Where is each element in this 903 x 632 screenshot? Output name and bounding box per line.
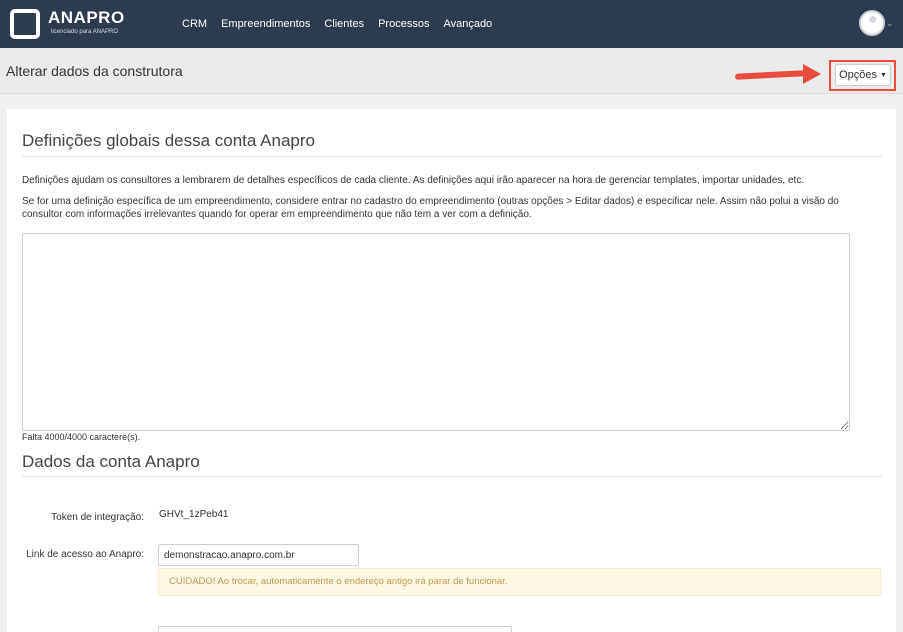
- annotation-arrowhead-icon: [803, 64, 821, 84]
- token-value: GHVt_1zPeb41: [159, 509, 229, 520]
- definitions-heading: Definições globais dessa conta Anapro: [22, 131, 315, 150]
- top-navbar: ANAPRO licenciado para ANAPRO CRM Empree…: [0, 0, 903, 48]
- caret-down-icon: ▼: [879, 71, 887, 79]
- link-label: Link de acesso ao Anapro:: [26, 549, 144, 560]
- logo-text: ANAPRO: [48, 8, 125, 27]
- nav-empreendimentos[interactable]: Empreendimentos: [221, 18, 310, 30]
- additional-input[interactable]: [158, 626, 512, 632]
- avatar[interactable]: [859, 10, 885, 36]
- nav-processos[interactable]: Processos: [378, 18, 429, 30]
- content-panel: Definições globais dessa conta Anapro De…: [7, 109, 896, 632]
- logo-square-icon: [10, 9, 40, 39]
- token-label: Token de integração:: [51, 512, 144, 523]
- options-button[interactable]: Opções ▼: [835, 64, 891, 86]
- divider: [22, 476, 882, 477]
- main-nav: CRM Empreendimentos Clientes Processos A…: [182, 0, 506, 48]
- options-label: Opções: [839, 69, 877, 81]
- user-menu[interactable]: ⌄: [859, 10, 894, 38]
- account-heading: Dados da conta Anapro: [22, 452, 200, 471]
- nav-clientes[interactable]: Clientes: [324, 18, 364, 30]
- divider: [22, 156, 882, 157]
- page-header: Alterar dados da construtora: [0, 48, 903, 94]
- anapro-logo[interactable]: ANAPRO licenciado para ANAPRO: [10, 6, 150, 42]
- character-counter: Falta 4000/4000 caractere(s).: [22, 432, 141, 442]
- logo-tagline: licenciado para ANAPRO: [51, 29, 119, 35]
- definitions-note: Se for uma definição específica de um em…: [22, 196, 839, 220]
- chevron-down-icon: ⌄: [886, 18, 894, 28]
- nav-avancado[interactable]: Avançado: [443, 18, 492, 30]
- definitions-textarea[interactable]: [22, 233, 850, 431]
- warning-alert: CUIDADO! Ao trocar, automaticamente o en…: [158, 568, 881, 596]
- nav-crm[interactable]: CRM: [182, 18, 207, 30]
- page-title: Alterar dados da construtora: [6, 63, 183, 79]
- link-input[interactable]: [158, 544, 359, 566]
- definitions-description: Definições ajudam os consultores a lembr…: [22, 175, 805, 186]
